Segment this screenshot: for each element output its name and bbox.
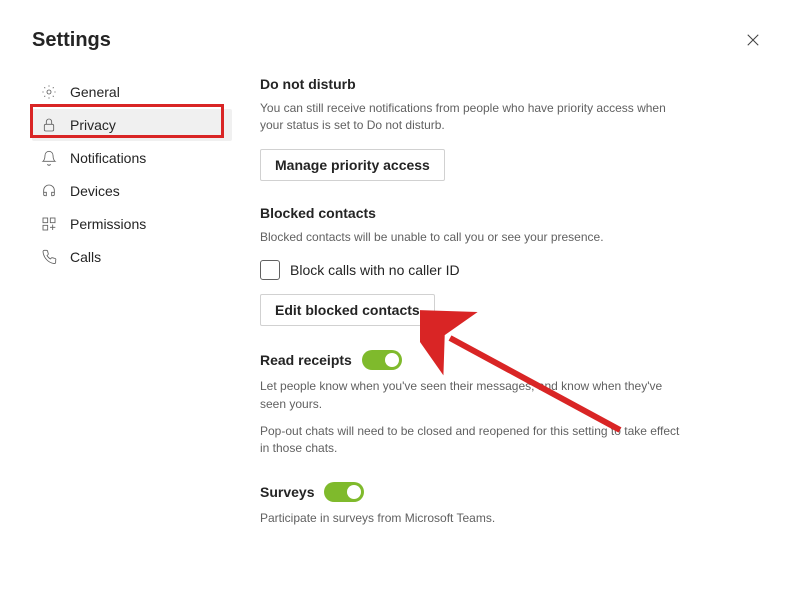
block-no-caller-id-row: Block calls with no caller ID xyxy=(260,260,742,280)
page-title: Settings xyxy=(32,29,111,52)
close-icon xyxy=(746,33,760,47)
gear-icon xyxy=(40,83,58,101)
section-read-receipts: Read receipts Let people know when you'v… xyxy=(260,350,742,458)
section-blocked-contacts: Blocked contacts Blocked contacts will b… xyxy=(260,205,742,326)
sidebar-item-notifications[interactable]: Notifications xyxy=(32,142,232,174)
bell-icon xyxy=(40,149,58,167)
read-receipts-toggle[interactable] xyxy=(362,350,402,370)
section-title-text: Read receipts xyxy=(260,352,352,368)
section-title-text: Surveys xyxy=(260,484,314,500)
apps-icon xyxy=(40,215,58,233)
sidebar-item-privacy[interactable]: Privacy xyxy=(32,109,232,141)
sidebar-item-label: Permissions xyxy=(70,216,146,232)
headset-icon xyxy=(40,182,58,200)
sidebar-item-general[interactable]: General xyxy=(32,76,232,108)
edit-blocked-contacts-button[interactable]: Edit blocked contacts xyxy=(260,294,435,326)
section-description: Blocked contacts will be unable to call … xyxy=(260,229,680,246)
settings-content: Do not disturb You can still receive not… xyxy=(232,70,742,551)
section-description: Participate in surveys from Microsoft Te… xyxy=(260,510,680,527)
manage-priority-access-button[interactable]: Manage priority access xyxy=(260,149,445,181)
close-button[interactable] xyxy=(741,28,765,52)
section-title: Do not disturb xyxy=(260,76,742,92)
sidebar-item-label: Notifications xyxy=(70,150,146,166)
sidebar-item-label: Devices xyxy=(70,183,120,199)
section-description: Let people know when you've seen their m… xyxy=(260,378,680,413)
section-title: Surveys xyxy=(260,482,742,502)
section-do-not-disturb: Do not disturb You can still receive not… xyxy=(260,76,742,181)
settings-header: Settings xyxy=(0,0,797,70)
block-no-caller-id-checkbox[interactable] xyxy=(260,260,280,280)
section-title: Blocked contacts xyxy=(260,205,742,221)
section-description: You can still receive notifications from… xyxy=(260,100,680,135)
lock-icon xyxy=(40,116,58,134)
settings-sidebar: General Privacy Notifications Devices Pe xyxy=(32,70,232,551)
sidebar-item-devices[interactable]: Devices xyxy=(32,175,232,207)
sidebar-item-label: General xyxy=(70,84,120,100)
sidebar-item-label: Privacy xyxy=(70,117,116,133)
sidebar-item-label: Calls xyxy=(70,249,101,265)
section-surveys: Surveys Participate in surveys from Micr… xyxy=(260,482,742,527)
section-title: Read receipts xyxy=(260,350,742,370)
sidebar-item-permissions[interactable]: Permissions xyxy=(32,208,232,240)
phone-icon xyxy=(40,248,58,266)
sidebar-item-calls[interactable]: Calls xyxy=(32,241,232,273)
checkbox-label: Block calls with no caller ID xyxy=(290,262,460,278)
surveys-toggle[interactable] xyxy=(324,482,364,502)
section-description-secondary: Pop-out chats will need to be closed and… xyxy=(260,423,680,458)
